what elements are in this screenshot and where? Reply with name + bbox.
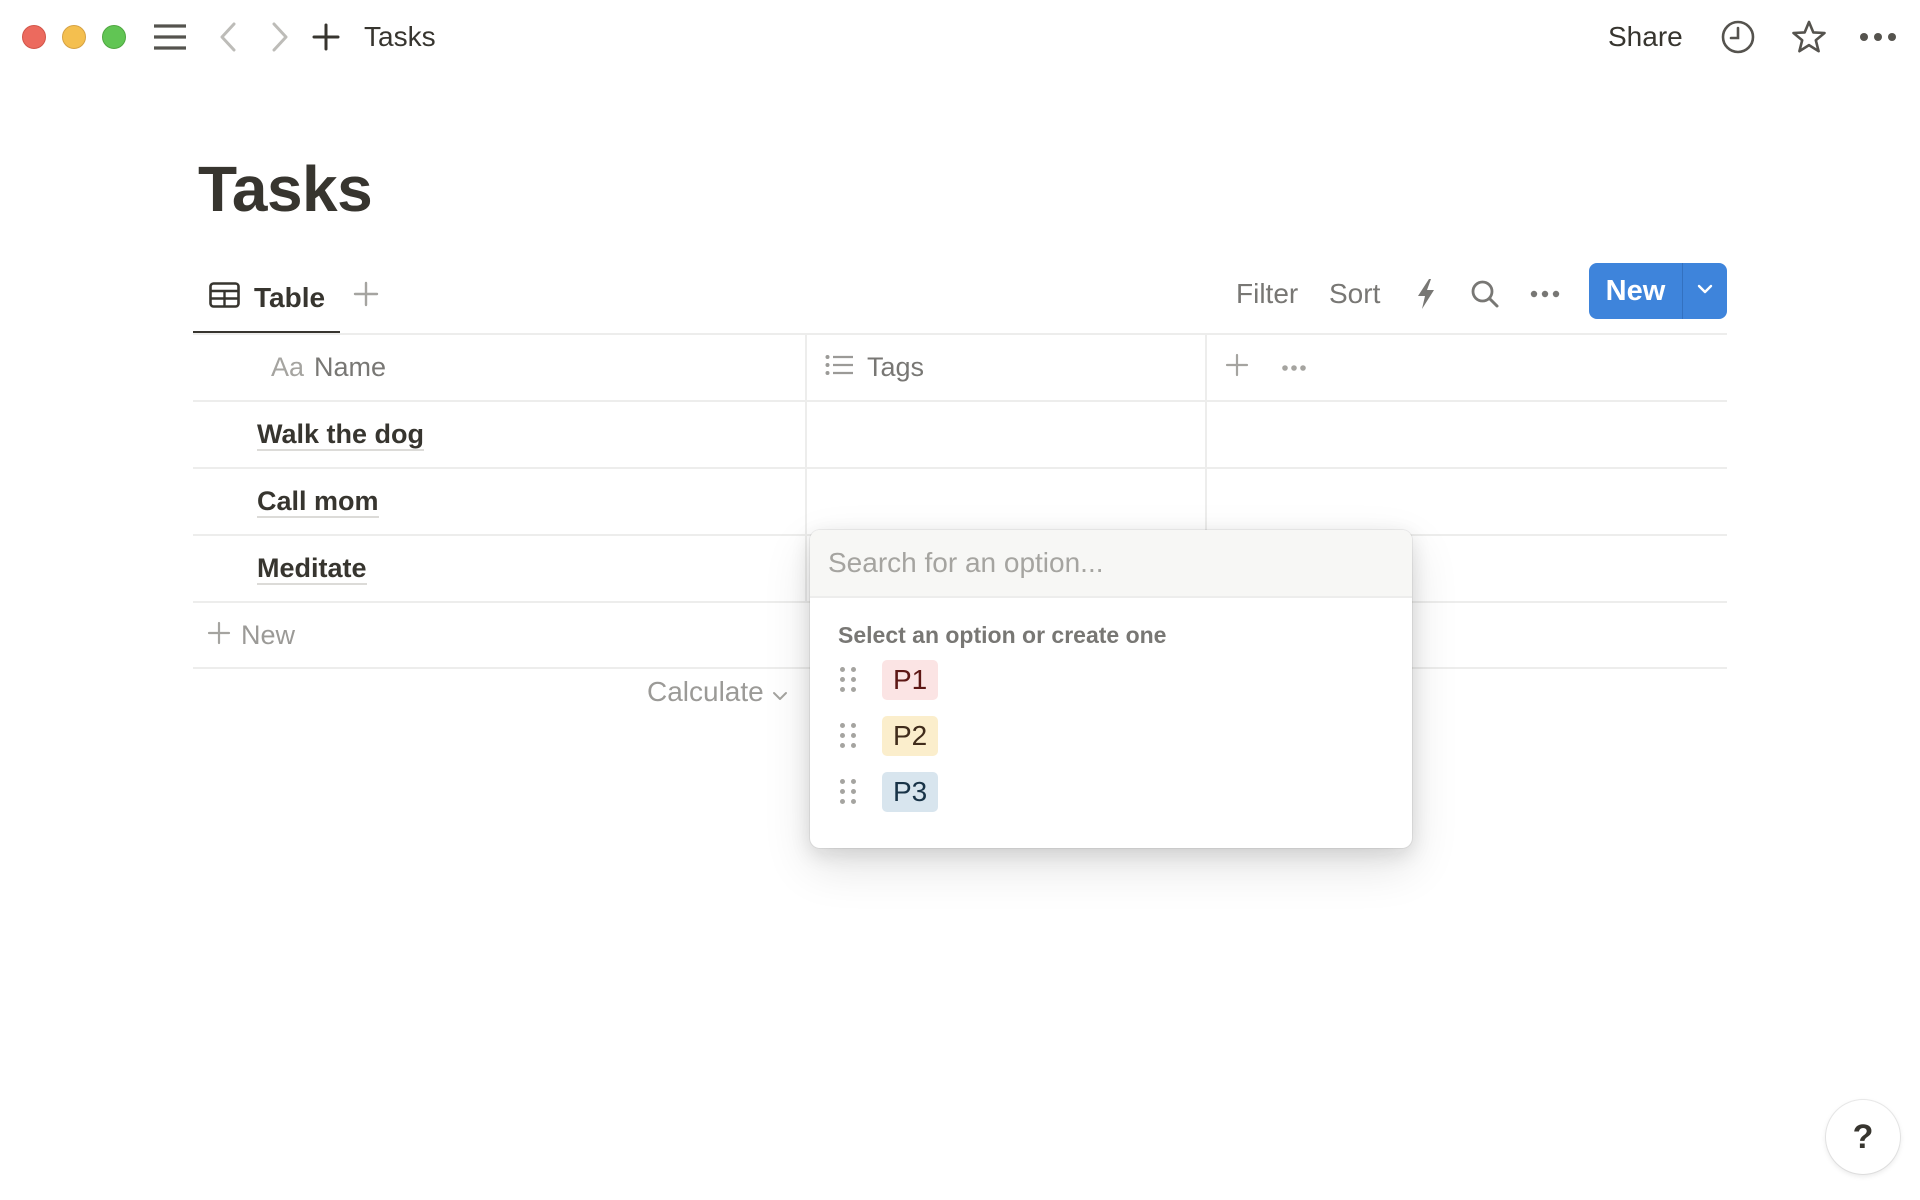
option-tag: P2: [882, 716, 939, 756]
table-header-row: Aa Name Tags: [193, 335, 1727, 402]
tags-cell[interactable]: [807, 402, 1207, 467]
table-row[interactable]: Walk the dog: [193, 402, 1727, 469]
column-header-tags[interactable]: Tags: [807, 335, 1207, 400]
more-icon[interactable]: [1858, 18, 1898, 56]
drag-handle-icon[interactable]: [840, 779, 856, 805]
back-icon[interactable]: [215, 18, 241, 56]
view-toolbar: Table Filter Sort New: [193, 262, 1727, 335]
chevron-down-icon: [772, 676, 788, 708]
task-name[interactable]: Call mom: [257, 486, 379, 518]
plus-icon: [207, 621, 231, 650]
new-button[interactable]: New: [1589, 263, 1683, 319]
tag-select-popup: Select an option or create one P1 P2 P3: [810, 530, 1412, 848]
task-name[interactable]: Walk the dog: [257, 419, 424, 451]
option-item-p3[interactable]: P3: [810, 764, 1412, 820]
lightning-icon[interactable]: [1411, 276, 1441, 312]
option-search-input[interactable]: [828, 547, 1388, 579]
sort-button[interactable]: Sort: [1329, 276, 1380, 312]
page-title[interactable]: Tasks: [198, 152, 373, 226]
add-view-plus-icon[interactable]: [350, 278, 382, 310]
forward-icon[interactable]: [267, 18, 293, 56]
zoom-window-button[interactable]: [102, 25, 126, 49]
share-button[interactable]: Share: [1608, 18, 1683, 56]
clock-icon[interactable]: [1720, 18, 1756, 56]
chevron-down-icon: [1696, 282, 1714, 300]
list-icon: [825, 352, 853, 383]
search-icon[interactable]: [1468, 276, 1502, 312]
option-tag: P3: [882, 772, 939, 812]
minimize-window-button[interactable]: [62, 25, 86, 49]
empty-cell: [1207, 469, 1727, 534]
option-item-p2[interactable]: P2: [810, 708, 1412, 764]
new-page-plus-icon[interactable]: [311, 18, 341, 56]
drag-handle-icon[interactable]: [840, 723, 856, 749]
tab-table-label: Table: [254, 281, 326, 313]
calculate-label: Calculate: [647, 676, 764, 707]
popup-hint: Select an option or create one: [838, 622, 1167, 648]
task-name[interactable]: Meditate: [257, 553, 367, 585]
help-button[interactable]: ?: [1826, 1100, 1900, 1174]
text-type-icon: Aa: [271, 352, 305, 382]
name-cell[interactable]: Meditate: [193, 536, 807, 601]
table-icon: [209, 282, 240, 313]
title-bar: Tasks Share: [0, 0, 1920, 74]
star-icon[interactable]: [1790, 18, 1828, 56]
more-icon[interactable]: [1281, 359, 1307, 377]
close-window-button[interactable]: [22, 25, 46, 49]
column-header-label: Name: [314, 352, 387, 382]
name-cell[interactable]: Walk the dog: [193, 402, 807, 467]
table-row[interactable]: Call mom: [193, 469, 1727, 536]
option-item-p1[interactable]: P1: [810, 652, 1412, 708]
column-header-name[interactable]: Aa Name: [193, 335, 807, 400]
calculate-button[interactable]: Calculate: [647, 676, 788, 708]
more-icon[interactable]: [1528, 276, 1562, 312]
new-dropdown-button[interactable]: [1683, 263, 1727, 319]
option-search-box: [810, 530, 1412, 598]
new-button-group: New: [1589, 263, 1727, 319]
menu-icon[interactable]: [152, 18, 188, 56]
add-property-plus-icon[interactable]: [1225, 353, 1249, 382]
tab-table[interactable]: Table: [193, 262, 340, 335]
column-header-actions: [1207, 335, 1727, 400]
column-header-label: Tags: [867, 352, 925, 382]
name-cell[interactable]: Call mom: [193, 469, 807, 534]
filter-button[interactable]: Filter: [1236, 276, 1298, 312]
empty-cell: [1207, 402, 1727, 467]
option-tag: P1: [882, 660, 939, 700]
tags-cell[interactable]: [807, 469, 1207, 534]
breadcrumb[interactable]: Tasks: [364, 18, 436, 56]
add-row-label: New: [241, 619, 296, 650]
drag-handle-icon[interactable]: [840, 667, 856, 693]
